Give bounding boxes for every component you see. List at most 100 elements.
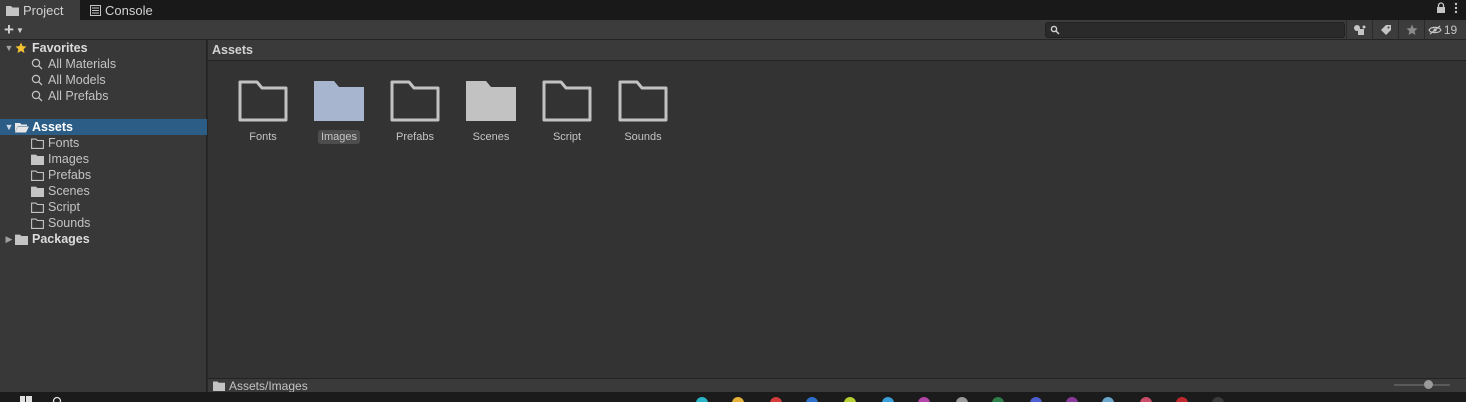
tree-item-script[interactable]: Script [0,199,207,215]
tree-item-label: Scenes [48,184,90,198]
search-by-label-button[interactable] [1372,20,1398,40]
folder-icon [31,202,44,213]
tree-item-label: Sounds [48,216,91,230]
packages-label: Packages [32,232,90,246]
slider-thumb[interactable] [1424,380,1433,389]
hidden-count: 19 [1443,23,1458,37]
folder-icon [31,138,44,149]
tab-console-label: Console [105,2,153,18]
more-options-icon[interactable] [1454,2,1458,14]
folder-icon [542,80,592,122]
tree-item-label: Fonts [48,136,80,150]
folder-icon [31,154,44,165]
expand-arrow-icon[interactable]: ▶ [3,234,15,245]
tree-item-scenes[interactable]: Scenes [0,183,207,199]
asset-label: Fonts [249,131,277,143]
tree-item-label: All Prefabs [48,89,109,103]
project-tree-panel: ▼ Favorites All Materials All Models All… [0,40,207,392]
taskbar-app-icon[interactable] [806,397,818,402]
add-label: + [4,20,14,39]
folder-icon [31,218,44,229]
folder-icon [238,80,288,122]
tab-console[interactable]: Console [84,0,174,20]
tree-item-images[interactable]: Images [0,151,207,167]
taskbar-app-icon[interactable] [1212,397,1224,402]
open-folder-icon [15,122,29,132]
taskbar-app-icon[interactable] [770,397,782,402]
tree-item-label: Prefabs [48,168,92,182]
asset-folder-sounds[interactable]: Sounds [608,80,678,160]
asset-folder-prefabs[interactable]: Prefabs [380,80,450,160]
taskbar-app-icon[interactable] [1030,397,1042,402]
type-filter-icon [1353,25,1365,35]
eye-slash-icon [1428,25,1442,35]
breadcrumb-assets[interactable]: Assets [212,43,253,57]
hidden-packages-button[interactable]: 19 [1424,20,1460,40]
asset-folder-script[interactable]: Script [532,80,602,160]
taskbar-app-icon[interactable] [918,397,930,402]
lock-icon[interactable] [1436,2,1446,14]
asset-label: Scenes [472,131,510,143]
asset-label: Sounds [624,131,662,143]
folder-icon [314,81,364,121]
tree-item-prefabs[interactable]: Prefabs [0,167,207,183]
taskbar-app-icon[interactable] [1140,397,1152,402]
tree-item-sounds[interactable]: Sounds [0,215,207,231]
tree-item-assets[interactable]: ▼ Assets [0,119,207,135]
window-tab-bar: Project Console [0,0,1466,20]
tree-item-all-materials[interactable]: All Materials [0,56,207,72]
folder-icon [618,80,668,122]
taskbar-app-icon[interactable] [992,397,1004,402]
folder-icon [213,381,225,391]
icon-size-slider[interactable] [1394,380,1450,389]
label-tag-icon [1380,25,1391,35]
favorites-label: Favorites [32,41,88,55]
assets-label: Assets [32,120,73,134]
tree-item-all-models[interactable]: All Models [0,72,207,88]
os-taskbar [0,392,1466,402]
folder-icon [6,5,19,16]
tree-item-label: Images [48,152,89,166]
status-path: Assets/Images [229,378,308,393]
windows-start-icon[interactable] [20,396,32,402]
favorites-filter-button[interactable] [1398,20,1424,40]
create-button[interactable]: + ▼ [4,21,34,39]
taskbar-app-icon[interactable] [882,397,894,402]
tree-item-label: All Models [48,73,106,87]
tree-item-fonts[interactable]: Fonts [0,135,207,151]
tree-item-favorites[interactable]: ▼ Favorites [0,40,207,56]
expand-arrow-icon[interactable]: ▼ [3,122,15,132]
folder-icon [31,170,44,181]
star-icon [1406,24,1417,35]
asset-folder-scenes[interactable]: Scenes [456,80,526,160]
tab-project-label: Project [23,2,64,18]
search-icon[interactable] [52,396,62,402]
asset-grid: Fonts Images Prefabs Scenes Script Sound… [228,80,828,200]
taskbar-app-icon[interactable] [696,397,708,402]
tree-item-label: All Materials [48,57,117,71]
chevron-down-icon: ▼ [15,25,24,35]
taskbar-app-icon[interactable] [732,397,744,402]
expand-arrow-icon[interactable]: ▼ [3,43,15,53]
folder-icon [31,186,44,197]
search-field[interactable] [1045,22,1345,38]
asset-folder-images[interactable]: Images [304,80,374,160]
taskbar-app-icon[interactable] [844,397,856,402]
taskbar-app-icon[interactable] [1066,397,1078,402]
search-by-type-button[interactable] [1346,20,1372,40]
tree-item-label: Script [48,200,80,214]
search-icon [31,74,43,86]
status-bar: Assets/Images [208,378,1466,393]
tree-item-all-prefabs[interactable]: All Prefabs [0,88,207,104]
taskbar-app-icon[interactable] [1102,397,1114,402]
breadcrumb: Assets [208,40,1466,61]
tree-item-packages[interactable]: ▶ Packages [0,231,207,247]
taskbar-app-icon[interactable] [956,397,968,402]
asset-browser-panel: Assets Fonts Images Prefabs Scenes Scrip… [208,40,1466,393]
project-toolbar: + ▼ 19 [0,20,1466,40]
search-icon [31,90,43,102]
asset-label: Script [552,131,582,143]
taskbar-app-icon[interactable] [1176,397,1188,402]
asset-folder-fonts[interactable]: Fonts [228,80,298,160]
tab-project[interactable]: Project [0,0,80,20]
